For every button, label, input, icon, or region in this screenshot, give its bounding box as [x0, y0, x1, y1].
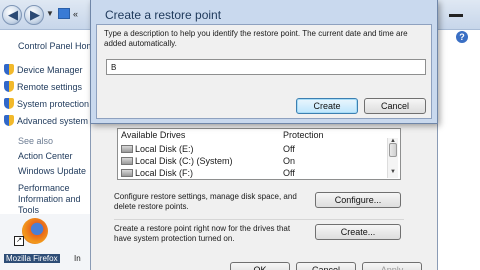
shield-icon	[4, 98, 14, 109]
dialog-title: Create a restore point	[105, 8, 222, 22]
scroll-thumb[interactable]	[389, 143, 397, 157]
performance-information-link[interactable]: Performance Information and Tools	[18, 183, 88, 216]
firefox-shortcut-label[interactable]: Mozilla Firefox	[4, 254, 60, 263]
minimize-button[interactable]	[445, 8, 467, 18]
shield-icon	[4, 81, 14, 92]
drive-protection-status: On	[283, 156, 296, 166]
help-icon[interactable]: ?	[456, 31, 468, 43]
drive-protection-status: Off	[283, 168, 295, 178]
shield-icon	[4, 115, 14, 126]
action-center-link[interactable]: Action Center	[18, 151, 73, 162]
apply-button[interactable]: Apply	[362, 262, 422, 270]
sidebar-item-device-manager[interactable]: Device Manager	[4, 64, 83, 75]
dialog-instruction: Type a description to help you identify …	[104, 29, 408, 48]
right-panel	[438, 30, 480, 270]
hard-disk-icon	[121, 145, 133, 153]
back-button[interactable]: ◀	[2, 5, 22, 25]
drives-scrollbar[interactable]: ▲ ▼	[387, 138, 398, 178]
dialog-cancel-button[interactable]: Cancel	[364, 98, 426, 114]
restore-point-description-input[interactable]	[106, 59, 426, 75]
control-panel-icon	[58, 8, 70, 19]
shortcut-arrow-icon: ↗	[14, 236, 24, 246]
forward-button[interactable]: ▶	[24, 5, 44, 25]
drive-protection-status: Off	[283, 144, 295, 154]
protection-header: Protection	[283, 130, 324, 140]
scroll-down-icon[interactable]: ▼	[390, 169, 396, 175]
desktop-shortcut-label[interactable]: In	[74, 254, 81, 263]
create-description: Create a restore point right now for the…	[114, 224, 291, 243]
recent-pages-chevron-icon[interactable]: ▼	[46, 9, 54, 18]
drive-name: Local Disk (C:) (System)	[135, 156, 233, 166]
control-panel-home-link[interactable]: Control Panel Home	[18, 41, 99, 51]
shield-icon	[4, 64, 14, 75]
sidebar-item-label: Remote settings	[17, 82, 83, 92]
drive-name: Local Disk (E:)	[135, 144, 194, 154]
back-arrow-icon: ◀	[8, 7, 18, 22]
configure-button[interactable]: Configure...	[315, 192, 401, 208]
ok-button[interactable]: OK	[230, 262, 290, 270]
hard-disk-icon	[121, 157, 133, 165]
address-bar-text[interactable]: «	[73, 9, 78, 19]
drive-name: Local Disk (F:)	[135, 168, 194, 178]
configure-description: Configure restore settings, manage disk …	[114, 192, 297, 211]
cancel-button[interactable]: Cancel	[296, 262, 356, 270]
divider	[114, 219, 404, 220]
firefox-icon[interactable]	[22, 218, 48, 244]
sidebar-item-remote-settings[interactable]: Remote settings	[4, 81, 82, 92]
windows-update-link[interactable]: Windows Update	[18, 166, 86, 177]
sidebar-item-label: Device Manager	[17, 65, 83, 75]
drive-row[interactable]: Local Disk (C:) (System) On	[120, 156, 390, 167]
see-also-heading: See also	[18, 136, 54, 146]
available-drives-header: Available Drives	[121, 130, 186, 140]
create-restore-point-button[interactable]: Create...	[315, 224, 401, 240]
forward-arrow-icon: ▶	[30, 7, 40, 22]
drive-row[interactable]: Local Disk (E:) Off	[120, 144, 390, 155]
sidebar-item-label: System protection	[17, 99, 90, 109]
sidebar-item-system-protection[interactable]: System protection	[4, 98, 89, 109]
drive-row[interactable]: Local Disk (F:) Off	[120, 168, 390, 179]
hard-disk-icon	[121, 169, 133, 177]
create-button[interactable]: Create	[296, 98, 358, 114]
